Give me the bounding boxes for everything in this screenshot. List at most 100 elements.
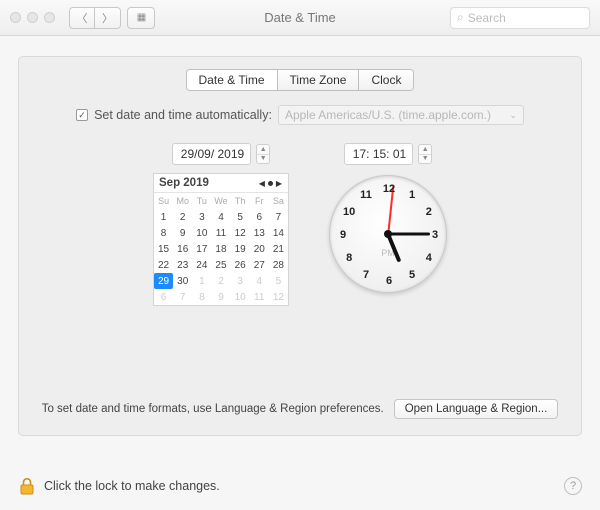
- lock-hint-label: Click the lock to make changes.: [44, 479, 220, 493]
- clock-hub: [384, 230, 392, 238]
- calendar-day[interactable]: 24: [192, 257, 211, 273]
- calendar-day[interactable]: 15: [154, 241, 173, 257]
- calendar-month-label: Sep 2019: [159, 177, 209, 189]
- calendar-day[interactable]: 19: [231, 241, 250, 257]
- calendar-day[interactable]: 7: [269, 209, 288, 225]
- calendar-dow-label: Su: [154, 193, 173, 209]
- calendar-day[interactable]: 21: [269, 241, 288, 257]
- format-hint-label: To set date and time formats, use Langua…: [42, 403, 384, 415]
- calendar-dow-label: Tu: [192, 193, 211, 209]
- calendar-day-other-month[interactable]: 11: [250, 289, 269, 305]
- calendar-day[interactable]: 20: [250, 241, 269, 257]
- minimize-window-button[interactable]: [27, 12, 38, 23]
- calendar-day-other-month[interactable]: 5: [269, 273, 288, 289]
- time-stepper[interactable]: ▲ ▼: [418, 144, 432, 164]
- calendar-day[interactable]: 16: [173, 241, 192, 257]
- calendar-day[interactable]: 14: [269, 225, 288, 241]
- open-language-region-button[interactable]: Open Language & Region...: [394, 399, 559, 419]
- calendar-day-other-month[interactable]: 2: [211, 273, 230, 289]
- calendar-day-other-month[interactable]: 4: [250, 273, 269, 289]
- clock-number: 12: [383, 183, 395, 195]
- calendar-day[interactable]: 28: [269, 257, 288, 273]
- calendar-day-other-month[interactable]: 12: [269, 289, 288, 305]
- window-traffic-lights: [10, 12, 55, 23]
- calendar-today-button[interactable]: [268, 181, 273, 186]
- calendar-dow-label: Fr: [250, 193, 269, 209]
- calendar-prev-button[interactable]: ◀: [258, 179, 266, 188]
- calendar-day[interactable]: 10: [192, 225, 211, 241]
- calendar-day[interactable]: 4: [211, 209, 230, 225]
- close-window-button[interactable]: [10, 12, 21, 23]
- calendar-day[interactable]: 27: [250, 257, 269, 273]
- stepper-down-icon: ▼: [257, 155, 269, 164]
- calendar-day[interactable]: 8: [154, 225, 173, 241]
- calendar-day[interactable]: 1: [154, 209, 173, 225]
- search-input[interactable]: ⌕ Search: [450, 7, 590, 29]
- date-stepper[interactable]: ▲ ▼: [256, 144, 270, 164]
- calendar-day[interactable]: 5: [231, 209, 250, 225]
- calendar: Sep 2019 ◀ ▶ SuMoTuWeThFrSa1234567891011…: [153, 173, 289, 306]
- forward-button[interactable]: 〉: [95, 7, 121, 29]
- calendar-day[interactable]: 6: [250, 209, 269, 225]
- search-icon: ⌕: [457, 10, 464, 25]
- calendar-day[interactable]: 17: [192, 241, 211, 257]
- tab-clock[interactable]: Clock: [359, 70, 413, 90]
- stepper-up-icon: ▲: [419, 145, 431, 155]
- time-server-select[interactable]: Apple Americas/U.S. (time.apple.com.) ⌄: [278, 105, 524, 125]
- calendar-day[interactable]: 29: [154, 273, 173, 289]
- calendar-dow-label: We: [211, 193, 230, 209]
- show-all-button[interactable]: ▦: [127, 7, 155, 29]
- clock-number: 1: [409, 189, 415, 201]
- calendar-day[interactable]: 22: [154, 257, 173, 273]
- analog-clock: PM 121234567891011: [329, 175, 447, 293]
- clock-number: 9: [340, 229, 346, 241]
- calendar-day[interactable]: 25: [211, 257, 230, 273]
- calendar-day[interactable]: 12: [231, 225, 250, 241]
- calendar-day-other-month[interactable]: 3: [231, 273, 250, 289]
- help-button[interactable]: ?: [564, 477, 582, 495]
- auto-date-time-checkbox[interactable]: ✓: [76, 109, 88, 121]
- calendar-day-other-month[interactable]: 1: [192, 273, 211, 289]
- calendar-day[interactable]: 23: [173, 257, 192, 273]
- calendar-day[interactable]: 30: [173, 273, 192, 289]
- calendar-dow-label: Mo: [173, 193, 192, 209]
- date-field[interactable]: 29/09/ 2019: [172, 143, 251, 165]
- window-footer: Click the lock to make changes. ?: [0, 462, 600, 510]
- clock-number: 11: [360, 189, 372, 201]
- window-titlebar: 〈 〉 ▦ Date & Time ⌕ Search: [0, 0, 600, 36]
- calendar-day[interactable]: 11: [211, 225, 230, 241]
- calendar-day[interactable]: 9: [173, 225, 192, 241]
- calendar-day[interactable]: 2: [173, 209, 192, 225]
- zoom-window-button[interactable]: [44, 12, 55, 23]
- back-button[interactable]: 〈: [69, 7, 95, 29]
- chevron-right-icon: 〉: [102, 10, 113, 26]
- calendar-next-button[interactable]: ▶: [275, 179, 283, 188]
- calendar-day[interactable]: 13: [250, 225, 269, 241]
- time-field-value: 17: 15: 01: [353, 147, 406, 161]
- calendar-day-other-month[interactable]: 6: [154, 289, 173, 305]
- calendar-day-other-month[interactable]: 9: [211, 289, 230, 305]
- clock-number: 7: [363, 269, 369, 281]
- stepper-up-icon: ▲: [257, 145, 269, 155]
- tab-time-zone[interactable]: Time Zone: [278, 70, 360, 90]
- calendar-day-other-month[interactable]: 8: [192, 289, 211, 305]
- chevron-left-icon: 〈: [77, 10, 88, 26]
- calendar-day-other-month[interactable]: 10: [231, 289, 250, 305]
- clock-number: 4: [426, 252, 432, 264]
- clock-minute-hand: [388, 233, 430, 236]
- lock-icon[interactable]: [18, 476, 36, 496]
- tab-group: Date & Time Time Zone Clock: [186, 69, 415, 91]
- tab-date-time[interactable]: Date & Time: [187, 70, 278, 90]
- calendar-day-other-month[interactable]: 7: [173, 289, 192, 305]
- calendar-day[interactable]: 3: [192, 209, 211, 225]
- time-field[interactable]: 17: 15: 01: [344, 143, 413, 165]
- clock-number: 3: [432, 229, 438, 241]
- clock-number: 10: [343, 206, 355, 218]
- time-server-value: Apple Americas/U.S. (time.apple.com.): [285, 108, 491, 122]
- stepper-down-icon: ▼: [419, 155, 431, 164]
- calendar-day[interactable]: 18: [211, 241, 230, 257]
- clock-number: 5: [409, 269, 415, 281]
- calendar-day[interactable]: 26: [231, 257, 250, 273]
- nav-buttons: 〈 〉: [69, 7, 121, 29]
- auto-date-time-label: Set date and time automatically:: [94, 108, 272, 122]
